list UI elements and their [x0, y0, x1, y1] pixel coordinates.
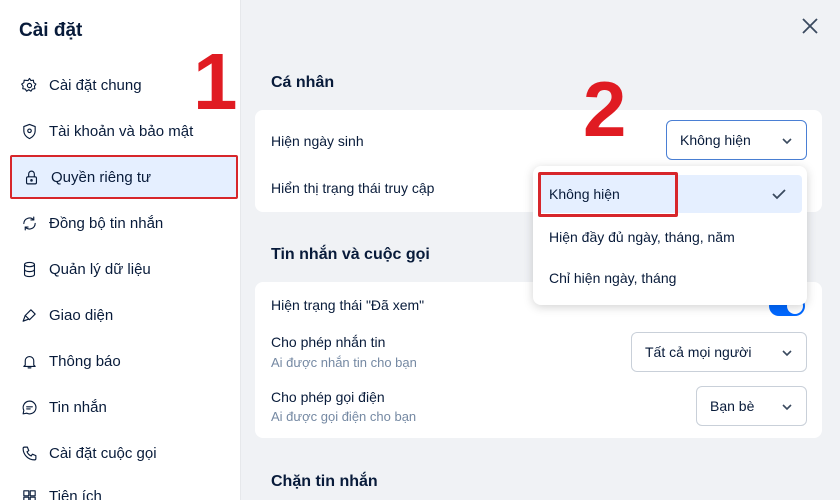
grid-icon	[20, 487, 38, 500]
section-title-messages: Tin nhắn và cuộc gọi	[271, 246, 430, 263]
allow-messages-label: Cho phép nhắn tin	[271, 334, 386, 350]
chat-icon	[20, 398, 38, 416]
sidebar-item-label: Cài đặt cuộc gọi	[49, 444, 157, 462]
seen-status-label: Hiện trạng thái "Đã xem"	[271, 297, 425, 313]
birthday-dropdown-menu: Không hiện Hiện đầy đủ ngày, tháng, năm …	[533, 166, 807, 305]
allow-calls-value: Bạn bè	[710, 398, 755, 414]
chevron-down-icon	[781, 134, 793, 146]
sidebar-item-label: Giao diện	[49, 306, 114, 324]
database-icon	[20, 260, 38, 278]
sidebar-title: Cài đặt	[19, 20, 83, 41]
sidebar-item-data[interactable]: Quản lý dữ liệu	[10, 247, 238, 291]
chevron-down-icon	[781, 346, 793, 358]
birthday-select-value: Không hiện	[680, 132, 751, 148]
sidebar-item-label: Quyền riêng tư	[51, 168, 152, 186]
sync-icon	[20, 214, 38, 232]
dropdown-option[interactable]: Chỉ hiện ngày, tháng	[538, 259, 802, 297]
sidebar-item-call-settings[interactable]: Cài đặt cuộc gọi	[10, 431, 238, 475]
step-2-annotation: 2	[583, 65, 627, 153]
check-icon	[770, 185, 788, 203]
brush-icon	[20, 306, 38, 324]
sidebar-item-label: Cài đặt chung	[49, 76, 142, 94]
section-title-personal: Cá nhân	[271, 74, 335, 91]
sidebar-item-label: Quản lý dữ liệu	[49, 260, 151, 278]
dropdown-option[interactable]: Hiện đầy đủ ngày, tháng, năm	[538, 218, 802, 256]
lock-icon	[22, 168, 40, 186]
sidebar-item-notifications[interactable]: Thông báo	[10, 339, 238, 383]
allow-calls-sub: Ai được gọi điện cho bạn	[271, 409, 417, 424]
section-title-block: Chặn tin nhắn	[271, 473, 378, 490]
shield-icon	[20, 122, 38, 140]
sidebar-item-label: Thông báo	[49, 352, 121, 370]
birthday-select[interactable]: Không hiện	[666, 120, 807, 160]
allow-calls-label: Cho phép gọi điện	[271, 389, 385, 405]
step-1-annotation: 1	[193, 37, 238, 126]
allow-messages-value: Tất cả mọi người	[645, 344, 752, 360]
access-status-label: Hiển thị trạng thái truy cập	[271, 180, 435, 196]
allow-messages-select[interactable]: Tất cả mọi người	[631, 332, 807, 372]
sidebar-item-appearance[interactable]: Giao diện	[10, 293, 238, 337]
sidebar-item-privacy[interactable]: Quyền riêng tư	[10, 155, 238, 199]
sidebar-item-sync[interactable]: Đồng bộ tin nhắn	[10, 201, 238, 245]
chevron-down-icon	[781, 400, 793, 412]
dropdown-option[interactable]: Không hiện	[538, 175, 802, 213]
sidebar-item-label: Tiện ích	[49, 487, 102, 500]
sidebar-item-utilities[interactable]: Tiện ích	[10, 474, 238, 500]
close-icon	[802, 18, 818, 34]
sidebar-item-label: Đồng bộ tin nhắn	[49, 214, 164, 232]
allow-messages-sub: Ai được nhắn tin cho bạn	[271, 355, 417, 370]
sidebar-item-messages[interactable]: Tin nhắn	[10, 385, 238, 429]
gear-icon	[20, 76, 38, 94]
bell-icon	[20, 352, 38, 370]
close-button[interactable]	[796, 12, 824, 40]
phone-icon	[20, 444, 38, 462]
sidebar-item-label: Tin nhắn	[49, 398, 107, 416]
sidebar-item-label: Tài khoản và bảo mật	[49, 122, 194, 140]
birthday-label: Hiện ngày sinh	[271, 133, 364, 149]
allow-calls-select[interactable]: Bạn bè	[696, 386, 807, 426]
